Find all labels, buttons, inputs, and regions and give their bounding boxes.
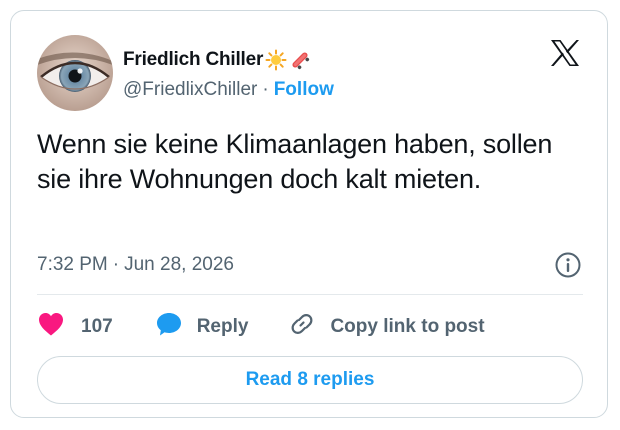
skateboard-emoji-icon [289, 49, 311, 71]
x-logo-icon[interactable] [550, 39, 580, 67]
read-replies-button[interactable]: Read 8 replies [37, 356, 583, 404]
like-count: 107 [81, 316, 113, 337]
info-icon[interactable] [554, 251, 582, 279]
follow-link[interactable]: Follow [274, 79, 334, 101]
reply-button[interactable]: Reply [155, 310, 249, 344]
copy-link-button[interactable]: Copy link to post [288, 310, 485, 344]
copy-link-label: Copy link to post [330, 316, 485, 337]
handle-separator: · [262, 79, 269, 100]
author-display-name[interactable]: Friedlich Chiller [123, 49, 263, 71]
author-name-row: Friedlich Chiller [123, 47, 311, 73]
tweet-text: Wenn sie keine Klimaanlagen haben, solle… [37, 129, 553, 194]
tweet-actions: 107 Reply Copy link to post [37, 309, 485, 345]
heart-icon [37, 311, 65, 343]
time-separator: · [112, 254, 120, 275]
tweet-timestamp: 7:32 PM · Jun 28, 2026 [37, 254, 234, 276]
tweet-time-link[interactable]: 7:32 PM [37, 254, 108, 276]
author-handle[interactable]: @FriedlixChiller [123, 79, 257, 101]
sun-emoji-icon [265, 49, 287, 71]
tweet-date-link[interactable]: Jun 28, 2026 [124, 254, 234, 276]
like-button[interactable]: 107 [37, 311, 113, 343]
speech-bubble-icon [155, 310, 183, 344]
divider [37, 294, 583, 295]
author-handle-row: @FriedlixChiller · Follow [123, 79, 334, 101]
tweet-card: Friedlich Chiller @FriedlixChiller · Fol… [10, 10, 608, 418]
link-icon [288, 310, 316, 344]
avatar[interactable] [37, 35, 113, 111]
reply-label: Reply [196, 316, 249, 337]
